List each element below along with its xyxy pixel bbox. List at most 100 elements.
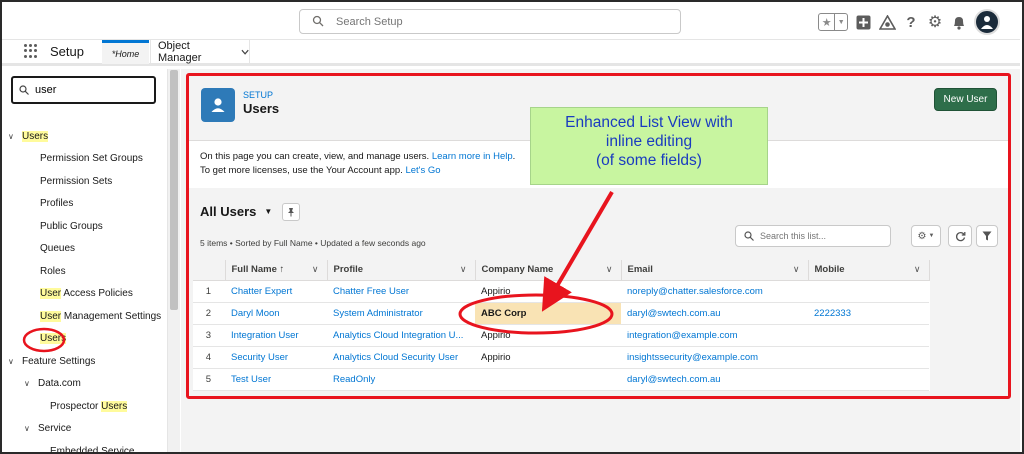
column-menu-icon[interactable]: ∨ bbox=[793, 264, 800, 275]
quick-find-box[interactable] bbox=[11, 76, 156, 104]
sidebar-item-label: User Access Policies bbox=[40, 288, 133, 299]
setup-gear-icon[interactable]: ⚙ bbox=[926, 13, 944, 31]
sidebar-item[interactable]: User Management Settings bbox=[40, 307, 161, 325]
mobile-cell[interactable]: 2222333 bbox=[808, 302, 929, 325]
column-header[interactable]: Email ∨ bbox=[621, 260, 809, 281]
tab-object-manager[interactable]: Object Manager bbox=[150, 40, 250, 64]
company-name-cell[interactable]: Appirio bbox=[475, 346, 621, 369]
profile-link[interactable]: ReadOnly bbox=[327, 368, 475, 391]
email-link[interactable]: insightssecurity@example.com bbox=[621, 346, 808, 369]
header-icons: ★ ▼ ? ⚙ bbox=[818, 8, 1000, 36]
sidebar-item[interactable]: Roles bbox=[40, 262, 66, 280]
table-row[interactable]: 5 Test User ReadOnly daryl@swtech.com.au bbox=[193, 368, 929, 391]
global-actions-icon[interactable] bbox=[854, 13, 872, 31]
sidebar-item[interactable]: User Access Policies bbox=[40, 285, 133, 303]
company-name-cell[interactable]: Appirio bbox=[475, 280, 621, 303]
chevron-down-icon[interactable]: ∨ bbox=[24, 424, 32, 433]
table-row[interactable]: 4 Security User Analytics Cloud Security U… bbox=[193, 346, 929, 369]
quick-find-input[interactable] bbox=[35, 82, 145, 98]
profile-link[interactable]: Analytics Cloud Security User bbox=[327, 346, 475, 369]
column-menu-icon[interactable]: ∨ bbox=[460, 264, 467, 275]
app-launcher-icon[interactable] bbox=[24, 44, 38, 58]
sidebar-item[interactable]: Prospector Users bbox=[50, 397, 128, 415]
pin-icon[interactable] bbox=[282, 203, 300, 221]
filter-icon[interactable] bbox=[976, 225, 998, 247]
tab-home[interactable]: *Home bbox=[102, 40, 149, 64]
chevron-down-icon[interactable]: ∨ bbox=[24, 379, 32, 388]
column-menu-icon[interactable]: ∨ bbox=[312, 264, 319, 275]
sidebar-item[interactable]: Users bbox=[40, 330, 67, 348]
chevron-down-icon[interactable]: ∨ bbox=[8, 357, 16, 366]
setup-search-box[interactable] bbox=[299, 9, 681, 34]
global-header: ★ ▼ ? ⚙ bbox=[2, 2, 1020, 40]
intro-line2: To get more licenses, use the Your Accou… bbox=[200, 165, 406, 176]
list-view-selector[interactable]: All Users ▼ bbox=[200, 204, 272, 219]
table-row[interactable]: 2 Daryl Moon System Administrator ABC Corp d… bbox=[193, 302, 929, 325]
sidebar-item[interactable]: Permission Sets bbox=[40, 172, 112, 190]
company-name-cell[interactable] bbox=[475, 368, 621, 391]
learn-more-link[interactable]: Learn more in Help bbox=[432, 151, 513, 162]
column-header-label: Profile bbox=[333, 264, 364, 276]
search-icon bbox=[312, 15, 324, 27]
sidebar-item-label: Permission Sets bbox=[40, 175, 113, 187]
chevron-down-icon[interactable] bbox=[241, 49, 249, 55]
full-name-link[interactable]: Chatter Expert bbox=[225, 280, 327, 303]
full-name-link[interactable]: Security User bbox=[225, 346, 327, 369]
column-header[interactable] bbox=[193, 260, 226, 281]
profile-link[interactable]: System Administrator bbox=[327, 302, 475, 325]
sidebar-item[interactable]: ∨ Data.com bbox=[24, 375, 81, 393]
full-name-link[interactable]: Daryl Moon bbox=[225, 302, 327, 325]
table-row[interactable]: 1 Chatter Expert Chatter Free User Appirio n… bbox=[193, 280, 929, 303]
row-number: 3 bbox=[193, 324, 225, 347]
lets-go-link[interactable]: Let's Go bbox=[405, 165, 440, 176]
sidebar-scrollbar-thumb[interactable] bbox=[170, 70, 178, 310]
column-header[interactable]: Mobile ∨ bbox=[808, 260, 930, 281]
mobile-cell[interactable] bbox=[808, 280, 929, 303]
mobile-cell[interactable] bbox=[808, 324, 929, 347]
list-settings-gear-icon[interactable]: ⚙ ▼ bbox=[911, 225, 941, 247]
email-link[interactable]: integration@example.com bbox=[621, 324, 808, 347]
mobile-cell[interactable] bbox=[808, 346, 929, 369]
sidebar-item[interactable]: ∨ Feature Settings bbox=[8, 352, 95, 370]
list-search-input[interactable] bbox=[760, 229, 885, 243]
email-link[interactable]: noreply@chatter.salesforce.com bbox=[621, 280, 808, 303]
new-user-button[interactable]: New User bbox=[934, 88, 997, 111]
favorites-star-icon[interactable]: ★ bbox=[819, 14, 836, 30]
column-header[interactable]: Company Name ∨ bbox=[475, 260, 622, 281]
chevron-down-icon[interactable]: ∨ bbox=[8, 132, 16, 141]
column-header-label: Company Name bbox=[481, 264, 554, 276]
sidebar-item[interactable]: Embedded Service bbox=[50, 442, 135, 453]
column-header[interactable]: Full Name ↑ ∨ bbox=[225, 260, 328, 281]
favorites-group[interactable]: ★ ▼ bbox=[818, 13, 848, 31]
trailhead-icon[interactable] bbox=[878, 13, 896, 31]
sidebar-item[interactable]: ∨ Users bbox=[8, 127, 49, 145]
setup-search-input[interactable] bbox=[336, 13, 666, 30]
refresh-icon[interactable] bbox=[948, 225, 972, 247]
company-name-cell[interactable]: Appirio bbox=[475, 324, 621, 347]
email-link[interactable]: daryl@swtech.com.au bbox=[621, 302, 808, 325]
list-search-box[interactable] bbox=[735, 225, 891, 247]
profile-link[interactable]: Analytics Cloud Integration U... bbox=[327, 324, 475, 347]
sidebar-item[interactable]: Queues bbox=[40, 240, 75, 258]
caret-down-icon[interactable]: ▼ bbox=[264, 207, 272, 216]
favorites-dropdown-icon[interactable]: ▼ bbox=[835, 14, 847, 30]
table-row[interactable]: 3 Integration User Analytics Cloud Integra… bbox=[193, 324, 929, 347]
column-header[interactable]: Profile ∨ bbox=[327, 260, 476, 281]
profile-link[interactable]: Chatter Free User bbox=[327, 280, 475, 303]
mobile-cell[interactable] bbox=[808, 368, 929, 391]
callout-line-3: (of some fields) bbox=[596, 152, 702, 169]
full-name-link[interactable]: Test User bbox=[225, 368, 327, 391]
sidebar-item[interactable]: ∨ Service bbox=[24, 420, 71, 438]
column-menu-icon[interactable]: ∨ bbox=[606, 264, 613, 275]
help-icon[interactable]: ? bbox=[902, 13, 920, 31]
sidebar-item[interactable]: Public Groups bbox=[40, 217, 103, 235]
sidebar-item-label: Prospector Users bbox=[50, 400, 128, 412]
company-name-cell[interactable]: ABC Corp bbox=[475, 302, 621, 325]
email-link[interactable]: daryl@swtech.com.au bbox=[621, 368, 808, 391]
notifications-bell-icon[interactable] bbox=[950, 13, 968, 31]
column-menu-icon[interactable]: ∨ bbox=[914, 264, 921, 275]
sidebar-item[interactable]: Profiles bbox=[40, 195, 73, 213]
sidebar-item[interactable]: Permission Set Groups bbox=[40, 150, 143, 168]
user-avatar[interactable] bbox=[974, 9, 1000, 35]
full-name-link[interactable]: Integration User bbox=[225, 324, 327, 347]
